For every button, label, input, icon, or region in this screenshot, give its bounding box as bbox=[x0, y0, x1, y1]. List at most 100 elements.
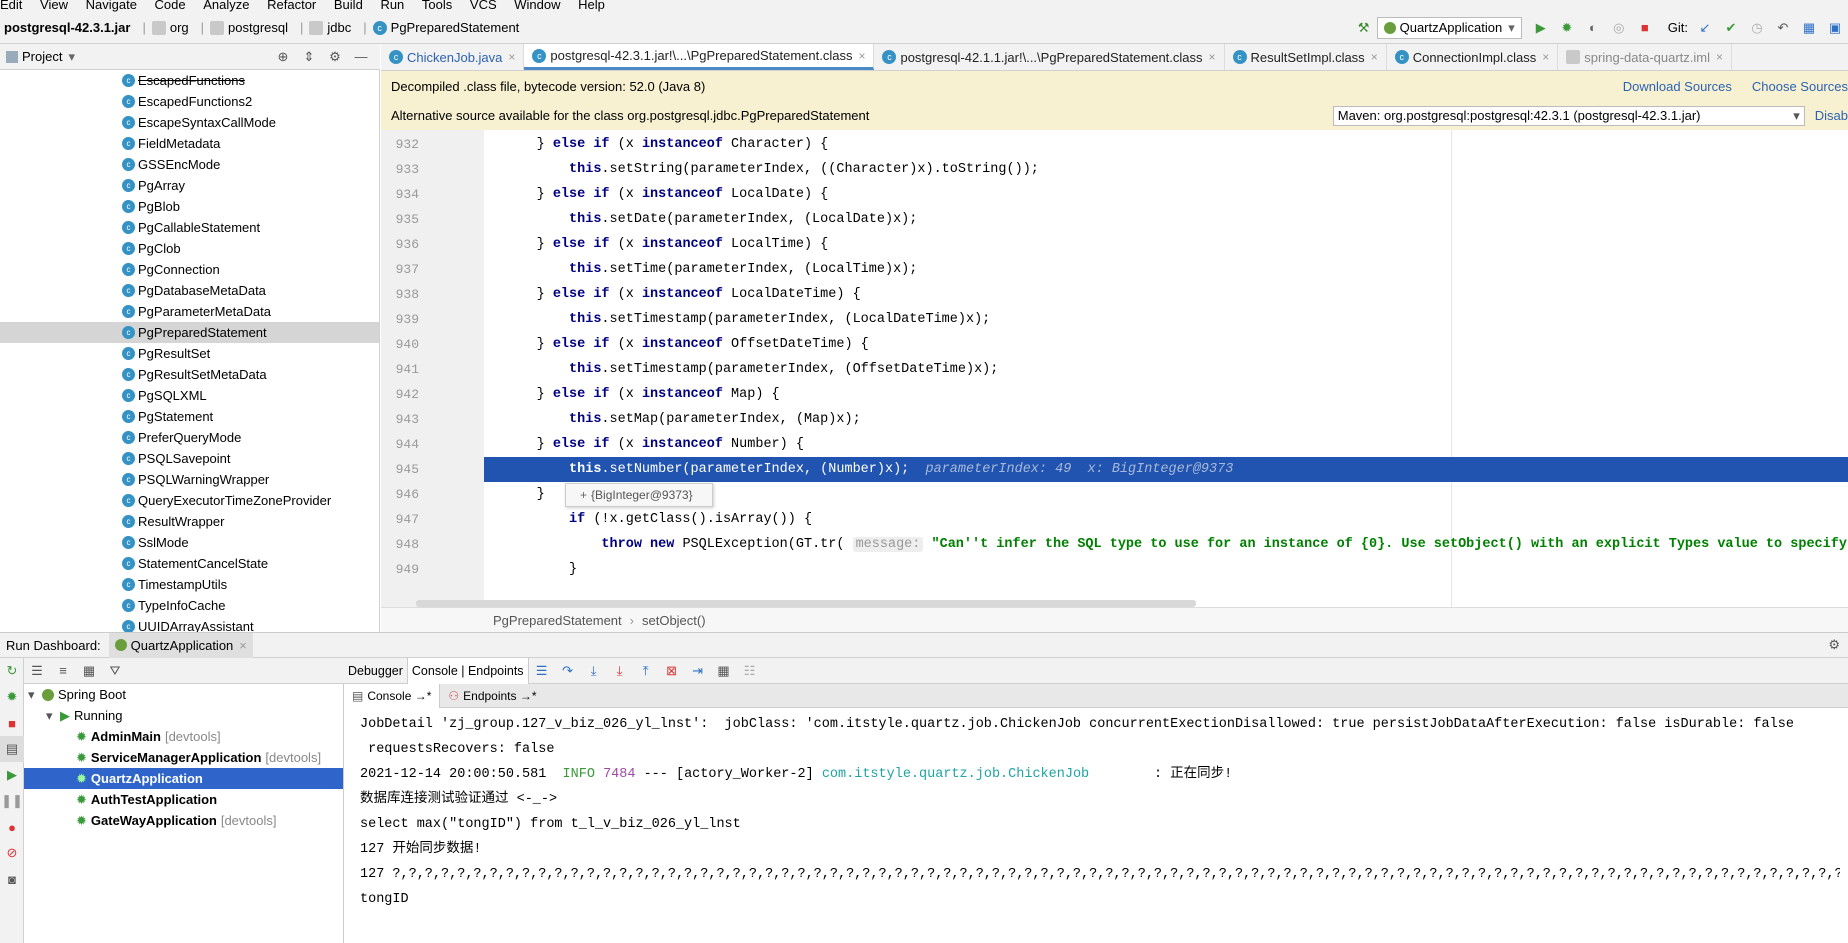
breadcrumb-org[interactable]: org bbox=[151, 20, 189, 35]
project-structure-icon[interactable]: ▦ bbox=[1798, 17, 1820, 39]
close-icon[interactable]: × bbox=[1371, 50, 1378, 64]
project-tree-item[interactable]: c PgBlob bbox=[0, 196, 379, 217]
project-tree-item[interactable]: c PgCallableStatement bbox=[0, 217, 379, 238]
tab-console[interactable]: ▤ Console →* bbox=[344, 683, 441, 708]
stop-icon[interactable]: ■ bbox=[0, 710, 24, 736]
project-tree-item[interactable]: c PgArray bbox=[0, 175, 379, 196]
profile-icon[interactable]: ◎ bbox=[1608, 17, 1630, 39]
menu-help[interactable]: Help bbox=[578, 0, 605, 11]
git-rollback-icon[interactable]: ↶ bbox=[1772, 17, 1794, 39]
project-tree-item[interactable]: c PgStatement bbox=[0, 406, 379, 427]
project-tree-item[interactable]: c FieldMetadata bbox=[0, 133, 379, 154]
stop-icon[interactable]: ■ bbox=[1634, 17, 1656, 39]
tree-node-running[interactable]: ▾ ▶ Running bbox=[24, 705, 343, 726]
tab-debugger[interactable]: Debugger bbox=[344, 657, 408, 684]
project-title[interactable]: Project bbox=[22, 49, 62, 64]
locate-icon[interactable]: ⊕ bbox=[272, 46, 294, 68]
camera-icon[interactable]: ◙ bbox=[0, 866, 24, 892]
breadcrumb-jar[interactable]: postgresql-42.3.1.jar bbox=[4, 20, 130, 35]
menu-tools[interactable]: Tools bbox=[422, 0, 452, 11]
tree-node-app[interactable]: ✹ AdminMain [devtools] bbox=[24, 726, 343, 747]
disable-link[interactable]: Disab bbox=[1815, 108, 1848, 123]
git-update-icon[interactable]: ↙ bbox=[1694, 17, 1716, 39]
project-tree-item[interactable]: c PSQLWarningWrapper bbox=[0, 469, 379, 490]
project-tree-item[interactable]: c EscapedFunctions bbox=[0, 70, 379, 91]
breadcrumb-class[interactable]: PgPreparedStatement bbox=[493, 613, 622, 628]
tab-pgpreparedstatement-4211[interactable]: c postgresql-42.1.1.jar!\...\PgPreparedSt… bbox=[874, 44, 1225, 70]
trace-icon[interactable]: ☷ bbox=[739, 660, 761, 682]
layout-icon[interactable]: ▤ bbox=[0, 736, 24, 762]
tab-console-endpoints[interactable]: Console | Endpoints bbox=[407, 657, 529, 684]
hide-icon[interactable]: — bbox=[350, 46, 372, 68]
menu-refactor[interactable]: Refactor bbox=[267, 0, 316, 11]
coverage-icon[interactable]: ◐ bbox=[1582, 17, 1604, 39]
step-out-icon[interactable]: ⤒ bbox=[635, 660, 657, 682]
expand-all-icon[interactable]: ☰ bbox=[26, 660, 48, 682]
close-icon[interactable]: × bbox=[239, 638, 247, 653]
project-tree-item[interactable]: c PSQLSavepoint bbox=[0, 448, 379, 469]
chevron-down-icon[interactable]: ▾ bbox=[28, 684, 42, 705]
close-icon[interactable]: × bbox=[1209, 50, 1216, 64]
project-tree-item[interactable]: c GSSEncMode bbox=[0, 154, 379, 175]
drop-frame-icon[interactable]: ⊠ bbox=[661, 660, 683, 682]
collapse-all-icon[interactable]: ≡ bbox=[52, 660, 74, 682]
chevron-down-icon[interactable]: ▾ bbox=[46, 705, 60, 726]
menu-build[interactable]: Build bbox=[334, 0, 363, 11]
menu-analyze[interactable]: Analyze bbox=[203, 0, 249, 11]
alternative-source-select[interactable]: Maven: org.postgresql:postgresql:42.3.1 … bbox=[1332, 105, 1805, 126]
tab-resultsetimpl[interactable]: c ResultSetImpl.class × bbox=[1225, 44, 1387, 70]
project-tree-item[interactable]: c UUIDArrayAssistant bbox=[0, 616, 379, 632]
project-tree-item[interactable]: c StatementCancelState bbox=[0, 553, 379, 574]
gear-icon[interactable]: ⚙ bbox=[324, 46, 346, 68]
menu-code[interactable]: Code bbox=[155, 0, 186, 11]
tree-node-app[interactable]: ✹ GateWayApplication [devtools] bbox=[24, 810, 343, 831]
run-to-cursor-icon[interactable]: ⇥ bbox=[687, 660, 709, 682]
close-icon[interactable]: × bbox=[858, 49, 865, 63]
gear-icon[interactable]: ⚙ bbox=[1828, 637, 1840, 653]
project-tree-item[interactable]: c PgResultSetMetaData bbox=[0, 364, 379, 385]
project-tree-item[interactable]: c PgResultSet bbox=[0, 343, 379, 364]
project-tree-item[interactable]: c TimestampUtils bbox=[0, 574, 379, 595]
expand-icon[interactable]: + bbox=[580, 488, 587, 502]
horizontal-scrollbar[interactable] bbox=[416, 600, 1196, 607]
menu-edit[interactable]: Edit bbox=[0, 0, 22, 11]
evaluate-icon[interactable]: ▦ bbox=[713, 660, 735, 682]
tree-node-app[interactable]: ✹ AuthTestApplication bbox=[24, 789, 343, 810]
tab-chickenjob[interactable]: c ChickenJob.java × bbox=[381, 44, 525, 70]
step-into-icon[interactable]: ⤓ bbox=[583, 660, 605, 682]
debug-value-tooltip[interactable]: + {BigInteger@9373} bbox=[565, 483, 713, 507]
tab-connectionimpl[interactable]: c ConnectionImpl.class × bbox=[1387, 44, 1559, 70]
menu-view[interactable]: View bbox=[40, 0, 68, 11]
breakpoints-icon[interactable]: ● bbox=[0, 814, 24, 840]
project-tree-item[interactable]: c QueryExecutorTimeZoneProvider bbox=[0, 490, 379, 511]
download-sources-link[interactable]: Download Sources bbox=[1623, 79, 1732, 94]
close-icon[interactable]: × bbox=[1716, 50, 1723, 64]
breadcrumb-class[interactable]: c PgPreparedStatement bbox=[372, 20, 519, 35]
project-tree-item[interactable]: c PgParameterMetaData bbox=[0, 301, 379, 322]
choose-sources-link[interactable]: Choose Sources bbox=[1752, 79, 1848, 94]
resume-icon[interactable]: ▶ bbox=[0, 762, 24, 788]
run-icon[interactable]: ▶ bbox=[1530, 17, 1552, 39]
project-tree-item[interactable]: c EscapeSyntaxCallMode bbox=[0, 112, 379, 133]
git-history-icon[interactable]: ◷ bbox=[1746, 17, 1768, 39]
breadcrumb-method[interactable]: setObject() bbox=[642, 613, 706, 628]
project-tree-item[interactable]: c ResultWrapper bbox=[0, 511, 379, 532]
menu-window[interactable]: Window bbox=[514, 0, 560, 11]
project-tree-item[interactable]: c PgPreparedStatement bbox=[0, 322, 379, 343]
project-tree-item[interactable]: c PreferQueryMode bbox=[0, 427, 379, 448]
console-output[interactable]: JobDetail 'zj_group.127_v_biz_026_yl_lns… bbox=[344, 708, 1848, 943]
mute-breakpoints-icon[interactable]: ⊘ bbox=[0, 840, 24, 866]
project-tree-item[interactable]: c PgClob bbox=[0, 238, 379, 259]
group-icon[interactable]: ▦ bbox=[78, 660, 100, 682]
tab-iml[interactable]: spring-data-quartz.iml × bbox=[1558, 44, 1733, 70]
chevron-down-icon[interactable]: ▾ bbox=[68, 49, 75, 65]
close-icon[interactable]: × bbox=[508, 50, 515, 64]
debug-icon[interactable]: ✹ bbox=[1556, 17, 1578, 39]
build-hammer-icon[interactable]: ⚒ bbox=[1353, 17, 1375, 39]
breadcrumb-postgresql[interactable]: postgresql bbox=[210, 20, 288, 35]
run-configuration-select[interactable]: QuartzApplication ▾ bbox=[1376, 16, 1522, 39]
git-commit-icon[interactable]: ✔ bbox=[1720, 17, 1742, 39]
code-editor[interactable]: 932 } else if (x instanceof Character) {… bbox=[381, 130, 1848, 607]
tree-node-app-selected[interactable]: ✹ QuartzApplication bbox=[24, 768, 343, 789]
sdk-icon[interactable]: ▣ bbox=[1824, 17, 1846, 39]
